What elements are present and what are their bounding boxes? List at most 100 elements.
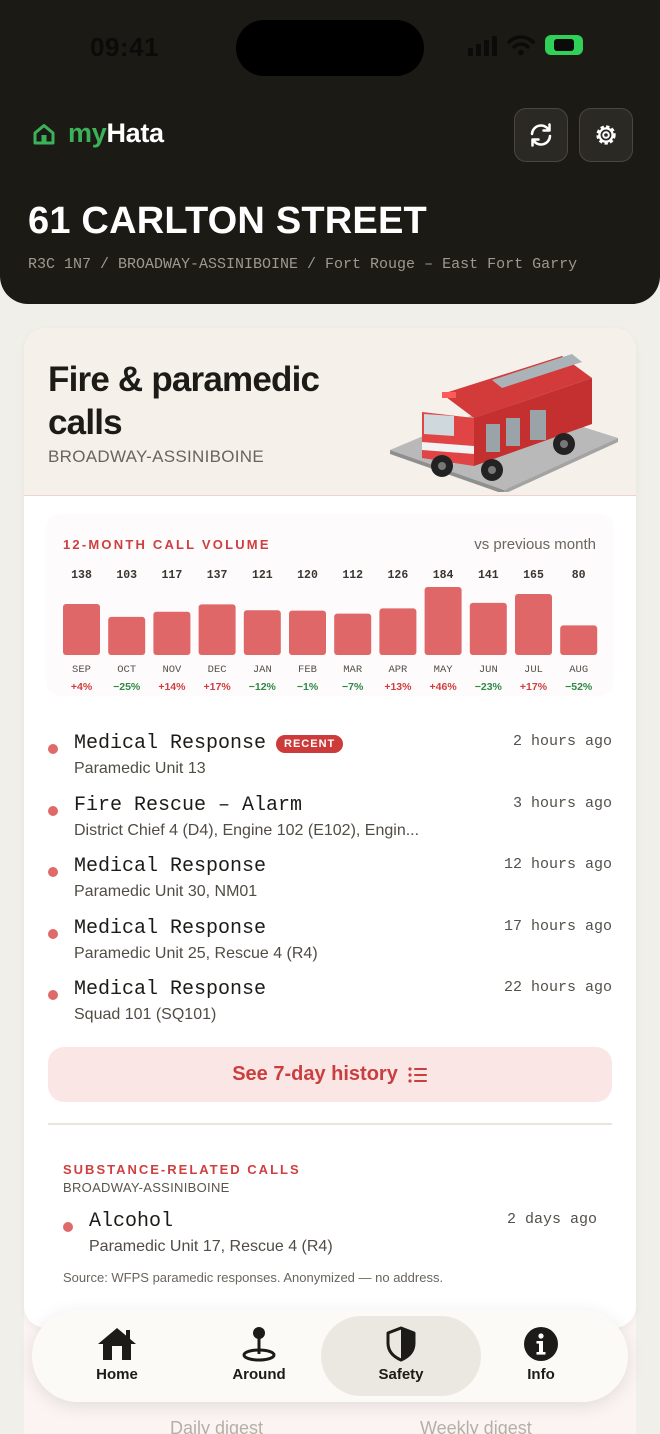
call-volume-chart: 12-MONTH CALL VOLUME vs previous month 1… — [46, 514, 614, 696]
change-label: +13% — [384, 681, 412, 693]
page-title: 61 CARLTON STREET — [28, 200, 427, 242]
call-units: Paramedic Unit 30, NM01 — [74, 883, 258, 901]
tab-info[interactable]: Info — [471, 1316, 611, 1396]
substance-title: SUBSTANCE-RELATED CALLS — [63, 1162, 301, 1177]
call-units: Paramedic Unit 13 — [74, 760, 206, 777]
bar-value-label: 121 — [252, 569, 273, 582]
bar-value-label: 117 — [162, 569, 183, 582]
chart-bar — [108, 616, 146, 655]
bar-value-label: 138 — [71, 569, 92, 582]
battery-icon — [545, 35, 583, 55]
chart-bar — [469, 602, 507, 655]
chart-bar — [243, 610, 281, 655]
bar-value-label: 141 — [478, 569, 499, 582]
month-label: AUG — [569, 664, 588, 676]
bar-value-label: 120 — [297, 569, 318, 582]
substance-area: BROADWAY-ASSINIBOINE — [63, 1180, 230, 1195]
change-label: −52% — [565, 681, 593, 693]
chart-bar — [153, 611, 191, 655]
gear-icon — [596, 125, 616, 145]
settings-button[interactable] — [579, 108, 633, 162]
brand-logo[interactable]: myHata — [32, 118, 164, 149]
refresh-button[interactable] — [514, 108, 568, 162]
status-time: 09:41 — [90, 32, 159, 62]
change-label: +17% — [520, 681, 548, 693]
call-dot — [48, 867, 58, 878]
breadcrumb[interactable]: R3C 1N7 / BROADWAY-ASSINIBOINE / Fort Ro… — [28, 256, 577, 273]
chart-bar — [515, 594, 552, 655]
house-icon — [98, 1328, 136, 1360]
call-time: 12 hours ago — [503, 856, 612, 874]
call-item[interactable]: Medical Response Squad 101 (SQ101) 22 hour… — [48, 974, 612, 1036]
call-type: Medical Response — [74, 978, 267, 1002]
weekly-digest-label[interactable]: Weekly digest — [420, 1418, 532, 1434]
chart-bar — [63, 604, 100, 655]
call-type: Medical Response — [74, 855, 267, 879]
month-label: DEC — [208, 664, 227, 676]
change-label: −7% — [342, 681, 364, 693]
call-units: District Chief 4 (D4), Engine 102 (E102)… — [74, 821, 420, 839]
call-item[interactable]: Fire Rescue – Alarm District Chief 4 (D4)… — [48, 790, 612, 852]
chart-bar — [379, 608, 417, 655]
history-button[interactable]: See 7-day history — [48, 1047, 612, 1102]
history-button-label: See 7-day history — [232, 1063, 398, 1085]
chart-bar — [198, 604, 236, 655]
bar-value-label: 137 — [207, 569, 228, 582]
bar-value-label: 126 — [388, 569, 409, 582]
daily-digest-label[interactable]: Daily digest — [170, 1418, 263, 1434]
list-icon — [408, 1066, 427, 1083]
call-item[interactable]: Medical Response Paramedic Unit 30, NM01 1… — [48, 851, 612, 913]
call-item[interactable]: Medical Response RECENT Paramedic Unit 13 2… — [48, 728, 612, 790]
shield-icon — [386, 1326, 416, 1362]
card-hero: Fire & paramedic calls BROADWAY-ASSINIBO… — [24, 328, 636, 496]
call-item[interactable]: Medical Response Paramedic Unit 25, Rescu… — [48, 913, 612, 975]
month-label: JAN — [253, 664, 272, 676]
call-units: Paramedic Unit 25, Rescue 4 (R4) — [74, 944, 318, 962]
tab-info-label: Info — [527, 1366, 555, 1383]
month-label: SEP — [72, 664, 91, 676]
month-label: JUN — [479, 664, 498, 676]
bar-value-label: 184 — [433, 569, 454, 582]
month-label: FEB — [298, 664, 317, 676]
card-subtitle: BROADWAY-ASSINIBOINE — [48, 447, 265, 466]
chart-bar — [289, 610, 326, 655]
tab-bar: Home Around Safety Info — [32, 1310, 628, 1402]
tab-safety[interactable]: Safety — [321, 1316, 481, 1396]
chart-bar — [424, 587, 462, 655]
change-label: +17% — [204, 681, 232, 693]
section-divider — [48, 1123, 612, 1125]
call-list: Medical Response RECENT Paramedic Unit 13 2… — [48, 728, 612, 1036]
call-dot — [48, 990, 58, 1001]
change-label: +14% — [158, 681, 186, 693]
change-label: +4% — [71, 681, 93, 693]
bar-chart-svg: 138 SEP +4% 103 OCT −25% 117 NOV +14% 137 DEC +17% 1… — [63, 569, 598, 693]
month-label: OCT — [117, 664, 136, 676]
substance-call-item[interactable]: Alcohol Paramedic Unit 17, Rescue 4 (R4)… — [63, 1206, 597, 1262]
call-time: 2 hours ago — [512, 733, 612, 750]
tab-safety-label: Safety — [378, 1366, 424, 1383]
wifi-icon — [507, 35, 535, 56]
call-type: Medical Response RECENT — [74, 732, 344, 755]
call-dot — [48, 928, 58, 939]
call-units: Paramedic Unit 17, Rescue 4 (R4) — [89, 1238, 333, 1255]
tab-around-label: Around — [232, 1366, 286, 1383]
status-icons — [468, 34, 583, 56]
tab-home[interactable]: Home — [47, 1316, 187, 1396]
bar-value-label: 103 — [116, 569, 137, 582]
refresh-icon — [530, 123, 552, 147]
month-label: APR — [388, 664, 408, 676]
card-title: Fire & paramedic calls — [48, 360, 320, 442]
call-units: Squad 101 (SQ101) — [74, 1006, 217, 1024]
map-pin-icon — [242, 1327, 276, 1362]
call-type: Medical Response — [74, 916, 267, 940]
change-label: +46% — [430, 681, 458, 693]
tab-around[interactable]: Around — [189, 1316, 329, 1396]
call-type: Fire Rescue – Alarm — [74, 793, 303, 817]
bar-value-label: 80 — [572, 569, 586, 582]
change-label: −12% — [249, 681, 277, 693]
bar-value-label: 165 — [523, 569, 544, 582]
change-label: −25% — [113, 681, 141, 693]
tab-home-label: Home — [96, 1366, 138, 1383]
change-label: −23% — [475, 681, 503, 693]
fire-calls-card: Fire & paramedic calls BROADWAY-ASSINIBO… — [24, 328, 636, 1328]
